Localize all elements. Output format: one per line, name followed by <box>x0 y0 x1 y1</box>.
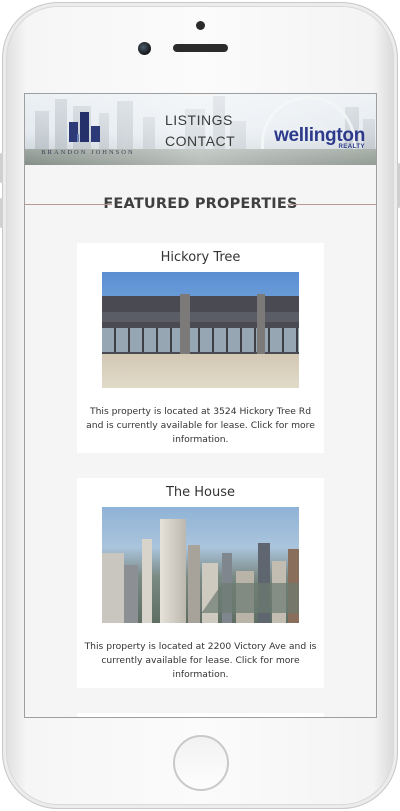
property-title: Hickory Tree <box>160 250 241 265</box>
nav-link-listings[interactable]: LISTINGS <box>165 110 245 131</box>
volume-button <box>0 198 3 228</box>
brand-right-name: wellington <box>274 125 365 146</box>
volume-button <box>0 153 3 183</box>
header-banner: BRANDON JOHNSON LISTINGS CONTACT welling… <box>25 94 376 165</box>
property-photo[interactable] <box>102 272 299 388</box>
sensor-dot <box>196 21 205 30</box>
phone-screen: BRANDON JOHNSON LISTINGS CONTACT welling… <box>24 93 377 718</box>
heading-divider <box>287 204 376 205</box>
section-title: FEATURED PROPERTIES <box>103 196 298 212</box>
property-card-hickory-tree[interactable]: Hickory Tree This property is located at… <box>77 243 324 453</box>
heading-divider <box>25 204 112 205</box>
wellington-realty-logo[interactable]: wellington REALTY <box>274 125 365 151</box>
property-description: This property is located at 3524 Hickory… <box>86 406 315 445</box>
property-photo[interactable] <box>102 507 299 623</box>
featured-heading: FEATURED PROPERTIES <box>25 193 376 215</box>
property-card-the-house[interactable]: The House This property is located at 22… <box>77 478 324 688</box>
home-button[interactable] <box>173 735 229 791</box>
property-title: The House <box>165 485 236 500</box>
earpiece-speaker <box>173 44 228 52</box>
brand-left-text: BRANDON JOHNSON <box>41 149 135 156</box>
property-description: This property is located at 2200 Victory… <box>84 641 317 680</box>
nav-link-contact[interactable]: CONTACT <box>165 131 245 152</box>
property-card-partial[interactable] <box>77 713 324 717</box>
brandon-johnson-logo[interactable]: BRANDON JOHNSON <box>33 110 143 156</box>
main-nav: LISTINGS CONTACT <box>165 110 245 152</box>
front-camera <box>138 42 151 55</box>
property-list: Hickory Tree This property is located at… <box>77 243 324 717</box>
